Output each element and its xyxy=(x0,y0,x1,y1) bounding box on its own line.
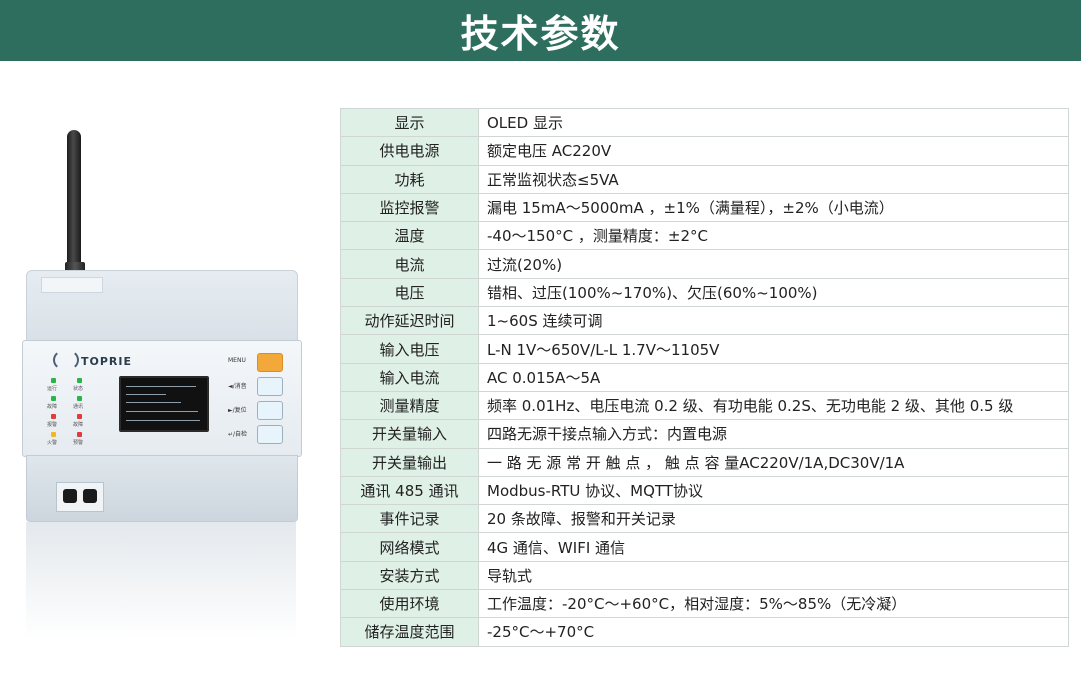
spec-row: 动作延迟时间 1~60S 连续可调 xyxy=(340,306,1069,336)
spec-label: 电压 xyxy=(340,277,479,308)
spec-row: 测量精度 频率 0.01Hz、电压电流 0.2 级、有功电能 0.2S、无功电能 … xyxy=(340,390,1069,421)
spec-row: 电压 错相、过压(100%~170%)、欠压(60%~100%) xyxy=(340,277,1069,308)
antenna xyxy=(67,130,81,280)
spec-label: 电流 xyxy=(340,249,479,279)
spec-value: 4G 通信、WIFI 通信 xyxy=(478,532,1069,562)
spec-row: 使用环境 工作温度：-20°C～+60°C，相对湿度：5%～85%（无冷凝） xyxy=(340,589,1069,619)
spec-value: OLED 显示 xyxy=(478,107,1069,138)
spec-value: -40～150°C ，测量精度：±2°C xyxy=(478,221,1069,251)
spec-label: 使用环境 xyxy=(340,589,479,619)
spec-row: 电流 过流(20%) xyxy=(340,249,1069,279)
status-leds: 运行 状态 故障 通讯 报警 故障 火警 预警 xyxy=(47,378,107,448)
spec-row: 事件记录 20 条故障、报警和开关记录 xyxy=(340,504,1069,534)
spec-value: -25°C～+70°C xyxy=(478,617,1069,647)
spec-label: 动作延迟时间 xyxy=(340,306,479,336)
spec-row: 温度 -40～150°C ，测量精度：±2°C xyxy=(340,221,1069,251)
spec-row: 网络模式 4G 通信、WIFI 通信 xyxy=(340,532,1069,562)
spec-value: L-N 1V～650V/L-L 1.7V～1105V xyxy=(478,334,1069,364)
spec-label: 事件记录 xyxy=(340,504,479,534)
spec-value: 导轨式 xyxy=(478,560,1069,591)
menu-key xyxy=(257,353,283,372)
spec-value: 四路无源干接点输入方式：内置电源 xyxy=(478,419,1069,449)
spec-table: 显示 OLED 显示 供电电源 额定电压 AC220V 功耗 正常监视状态≤5VA 监控报警… xyxy=(340,107,1069,647)
device-top-housing xyxy=(26,270,298,342)
spec-label: 功耗 xyxy=(340,164,479,194)
spec-label: 测量精度 xyxy=(340,390,479,421)
device-logo: TOPRIE xyxy=(81,355,132,368)
spec-value: 一 路 无 源 常 开 触 点 ， 触 点 容 量AC220V/1A,DC30V… xyxy=(478,447,1069,477)
spec-value: Modbus-RTU 协议、MQTT协议 xyxy=(478,475,1069,506)
spec-label: 通讯 485 通讯 xyxy=(340,475,479,506)
spec-label: 供电电源 xyxy=(340,136,479,166)
spec-label: 温度 xyxy=(340,221,479,251)
spec-value: 错相、过压(100%~170%)、欠压(60%~100%) xyxy=(478,277,1069,308)
spec-label: 显示 xyxy=(340,107,479,138)
reset-key xyxy=(257,401,283,420)
mute-key xyxy=(257,377,283,396)
spec-value: 过流(20%) xyxy=(478,249,1069,279)
spec-label: 安装方式 xyxy=(340,560,479,591)
spec-label: 网络模式 xyxy=(340,532,479,562)
oled-screen xyxy=(119,376,209,432)
spec-value: 20 条故障、报警和开关记录 xyxy=(478,504,1069,534)
spec-value: 1~60S 连续可调 xyxy=(478,306,1069,336)
spec-row: 功耗 正常监视状态≤5VA xyxy=(340,164,1069,194)
spec-value: 正常监视状态≤5VA xyxy=(478,164,1069,194)
spec-row: 显示 OLED 显示 xyxy=(340,107,1069,138)
spec-label: 输入电流 xyxy=(340,362,479,392)
spec-row: 储存温度范围 -25°C～+70°C xyxy=(340,617,1069,647)
selftest-key xyxy=(257,425,283,444)
spec-value: 漏电 15mA～5000mA ，±1%（满量程），±2%（小电流） xyxy=(478,192,1069,223)
spec-row: 输入电压 L-N 1V～650V/L-L 1.7V～1105V xyxy=(340,334,1069,364)
spec-row: 开关量输入 四路无源干接点输入方式：内置电源 xyxy=(340,419,1069,449)
spec-value: 额定电压 AC220V xyxy=(478,136,1069,166)
spec-row: 输入电流 AC 0.015A～5A xyxy=(340,362,1069,392)
spec-row: 安装方式 导轨式 xyxy=(340,560,1069,591)
device-front-panel: TOPRIE 运行 状态 故障 通讯 报警 故障 火警 预警 MENU ◄/消音… xyxy=(22,340,302,457)
terminal-block xyxy=(56,482,104,512)
spec-row: 监控报警 漏电 15mA～5000mA ，±1%（满量程），±2%（小电流） xyxy=(340,192,1069,223)
device-image: TOPRIE 运行 状态 故障 通讯 报警 故障 火警 预警 MENU ◄/消音… xyxy=(22,130,302,640)
wireless-icon xyxy=(53,349,79,371)
spec-label: 输入电压 xyxy=(340,334,479,364)
spec-value: AC 0.015A～5A xyxy=(478,362,1069,392)
spec-value: 工作温度：-20°C～+60°C，相对湿度：5%～85%（无冷凝） xyxy=(478,589,1069,619)
spec-row: 通讯 485 通讯 Modbus-RTU 协议、MQTT协议 xyxy=(340,475,1069,506)
spec-label: 开关量输出 xyxy=(340,447,479,477)
spec-label: 储存温度范围 xyxy=(340,617,479,647)
page-title: 技术参数 xyxy=(460,12,621,56)
title-banner: 技术参数 xyxy=(0,0,1081,61)
spec-label: 监控报警 xyxy=(340,192,479,223)
device-keys: MENU ◄/消音 ►/复位 ↵/自检 xyxy=(228,353,298,453)
spec-value: 频率 0.01Hz、电压电流 0.2 级、有功电能 0.2S、无功电能 2 级、… xyxy=(478,390,1069,421)
spec-label: 开关量输入 xyxy=(340,419,479,449)
spec-row: 供电电源 额定电压 AC220V xyxy=(340,136,1069,166)
spec-row: 开关量输出一 路 无 源 常 开 触 点 ， 触 点 容 量AC220V/1A,… xyxy=(340,447,1069,477)
